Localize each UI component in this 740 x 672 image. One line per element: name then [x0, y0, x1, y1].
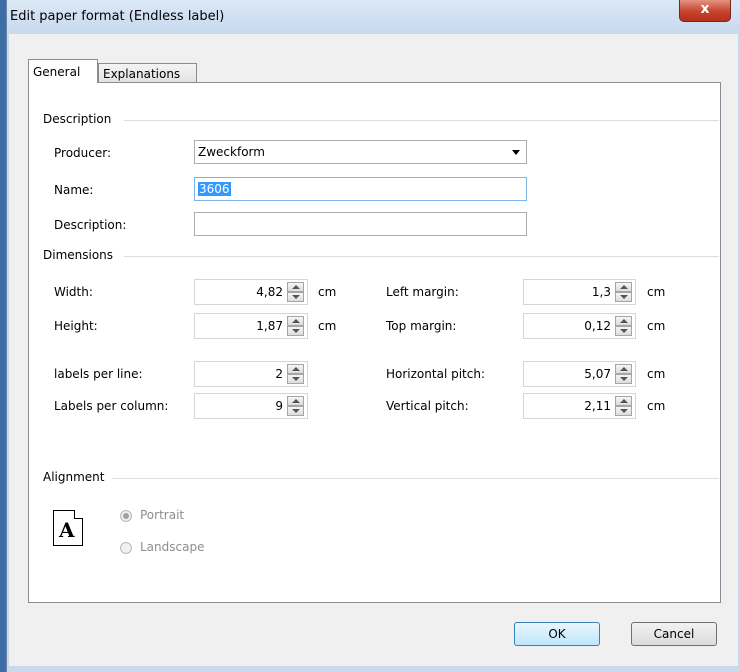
top-margin-spin[interactable] — [615, 316, 632, 336]
width-stepper[interactable]: 4,82 — [194, 279, 308, 305]
tab-general-label: General — [33, 65, 81, 79]
producer-label: Producer: — [54, 146, 112, 160]
portrait-label: Portrait — [140, 508, 185, 522]
name-value: 3606 — [198, 182, 231, 196]
window-title: Edit paper format (Endless label) — [10, 9, 225, 24]
left-margin-spin[interactable] — [615, 282, 632, 302]
labels-per-line-value: 2 — [275, 367, 283, 381]
title-bar: Edit paper format (Endless label) x — [7, 0, 740, 34]
close-button[interactable]: x — [679, 0, 731, 22]
spin-down-icon[interactable] — [615, 326, 632, 336]
height-label: Height: — [54, 319, 98, 333]
spin-down-icon[interactable] — [287, 292, 304, 302]
spin-down-icon[interactable] — [287, 326, 304, 336]
chevron-down-icon — [512, 150, 520, 155]
spin-up-icon[interactable] — [615, 396, 632, 406]
spin-down-icon[interactable] — [615, 406, 632, 416]
vertical-pitch-label: Vertical pitch: — [386, 399, 469, 413]
section-description-divider — [124, 120, 719, 121]
vertical-pitch-value: 2,11 — [584, 399, 611, 413]
landscape-label: Landscape — [140, 540, 205, 554]
spin-down-icon[interactable] — [615, 292, 632, 302]
top-margin-value: 0,12 — [584, 319, 611, 333]
section-dimensions-divider — [124, 256, 719, 257]
spin-up-icon[interactable] — [287, 282, 304, 292]
portrait-page-icon: A — [53, 510, 83, 546]
section-alignment-label: Alignment — [43, 470, 105, 484]
page-fold-icon — [74, 510, 83, 519]
left-margin-value: 1,3 — [591, 285, 611, 299]
spin-up-icon[interactable] — [287, 316, 304, 326]
tab-general[interactable]: General — [28, 59, 98, 83]
width-value: 4,82 — [256, 285, 283, 299]
vertical-pitch-unit: cm — [647, 399, 666, 413]
labels-per-column-value: 9 — [275, 399, 283, 413]
horizontal-pitch-unit: cm — [647, 367, 666, 381]
horizontal-pitch-stepper[interactable]: 5,07 — [523, 361, 636, 387]
tab-explanations-label: Explanations — [103, 67, 181, 81]
left-margin-stepper[interactable]: 1,3 — [523, 279, 636, 305]
horizontal-pitch-value: 5,07 — [584, 367, 611, 381]
labels-per-column-label: Labels per column: — [54, 399, 169, 413]
vertical-pitch-spin[interactable] — [615, 396, 632, 416]
spin-up-icon[interactable] — [615, 364, 632, 374]
section-alignment-divider — [112, 478, 719, 479]
spin-up-icon[interactable] — [287, 364, 304, 374]
width-spin[interactable] — [287, 282, 304, 302]
landscape-radio[interactable] — [120, 542, 132, 554]
name-label: Name: — [54, 183, 94, 197]
spin-down-icon[interactable] — [287, 374, 304, 384]
height-value: 1,87 — [256, 319, 283, 333]
portrait-radio[interactable] — [120, 510, 132, 522]
spin-up-icon[interactable] — [615, 316, 632, 326]
labels-per-column-stepper[interactable]: 9 — [194, 393, 308, 419]
spin-down-icon[interactable] — [615, 374, 632, 384]
name-field[interactable]: 3606 — [194, 177, 527, 201]
vertical-pitch-stepper[interactable]: 2,11 — [523, 393, 636, 419]
width-unit: cm — [318, 285, 337, 299]
horizontal-pitch-spin[interactable] — [615, 364, 632, 384]
height-unit: cm — [318, 319, 337, 333]
labels-per-line-spin[interactable] — [287, 364, 304, 384]
section-description-label: Description — [43, 112, 112, 126]
section-dimensions-label: Dimensions — [43, 248, 114, 262]
ok-button[interactable]: OK — [514, 622, 600, 646]
left-margin-unit: cm — [647, 285, 666, 299]
tab-explanations[interactable]: Explanations — [98, 63, 197, 83]
top-margin-stepper[interactable]: 0,12 — [523, 313, 636, 339]
top-margin-label: Top margin: — [386, 319, 457, 333]
spin-up-icon[interactable] — [615, 282, 632, 292]
top-margin-unit: cm — [647, 319, 666, 333]
horizontal-pitch-label: Horizontal pitch: — [386, 367, 485, 381]
page-letter-icon: A — [59, 518, 75, 542]
cancel-button[interactable]: Cancel — [631, 622, 717, 646]
producer-select[interactable]: Zweckform — [194, 140, 527, 164]
labels-per-column-spin[interactable] — [287, 396, 304, 416]
left-margin-label: Left margin: — [386, 285, 459, 299]
producer-value: Zweckform — [198, 145, 265, 159]
spin-down-icon[interactable] — [287, 406, 304, 416]
spin-up-icon[interactable] — [287, 396, 304, 406]
height-spin[interactable] — [287, 316, 304, 336]
description-field[interactable] — [194, 212, 527, 236]
height-stepper[interactable]: 1,87 — [194, 313, 308, 339]
description-label: Description: — [54, 218, 127, 232]
labels-per-line-label: labels per line: — [54, 367, 143, 381]
labels-per-line-stepper[interactable]: 2 — [194, 361, 308, 387]
width-label: Width: — [54, 285, 93, 299]
